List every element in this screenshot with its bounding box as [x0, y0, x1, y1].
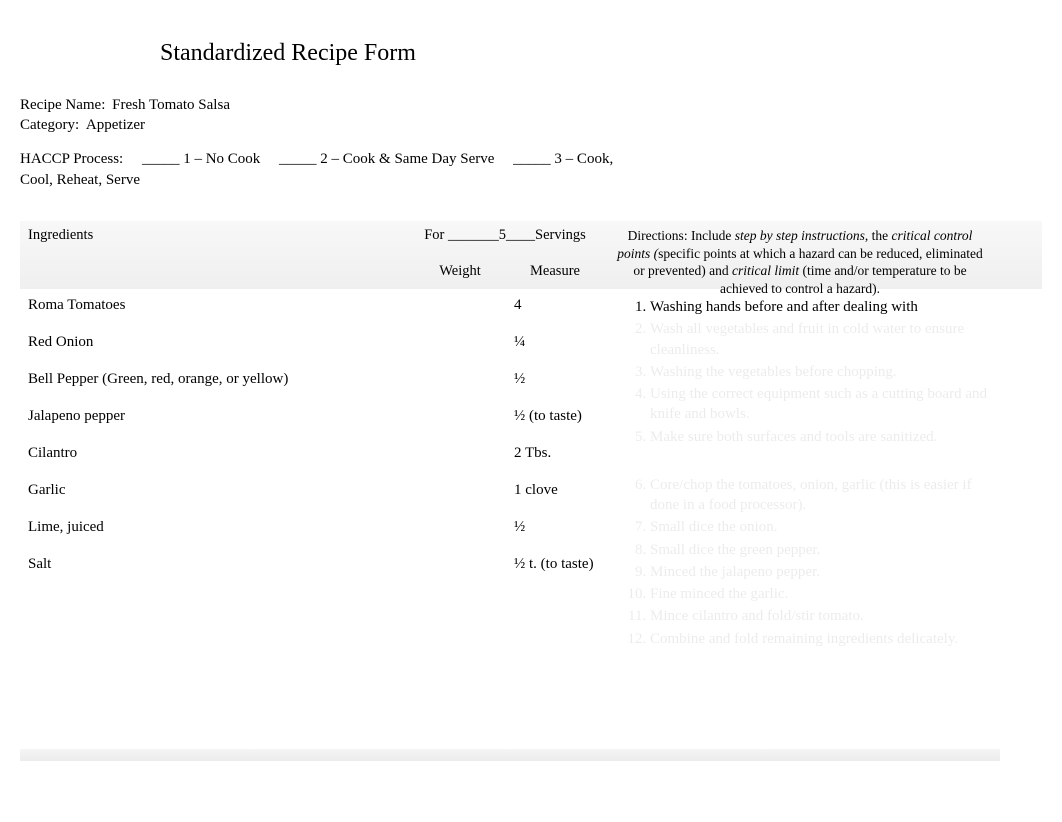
page-title: Standardized Recipe Form — [160, 40, 1042, 67]
direction-step: Washing hands before and after dealing w… — [650, 297, 990, 317]
direction-step: Small dice the onion. — [650, 517, 990, 537]
table-footer-bar — [20, 749, 1000, 761]
header-measure: Measure — [510, 255, 600, 289]
weight-column — [410, 289, 510, 749]
header-ingredients: Ingredients — [20, 221, 410, 289]
direction-step: Core/chop the tomatoes, onion, garlic (t… — [650, 475, 990, 516]
ingredient-name: Roma Tomatoes — [28, 297, 410, 314]
ingredient-name: Salt — [28, 556, 410, 573]
ingredient-measure: ½ — [514, 371, 600, 388]
directions-prefix: Directions: Include — [628, 228, 735, 243]
sub-header-row: Weight Measure — [410, 255, 600, 289]
meta-section: Recipe Name: Fresh Tomato Salsa Category… — [20, 97, 1042, 191]
servings-prefix: For _______ — [424, 227, 499, 243]
direction-step: Combine and fold remaining ingredients d… — [650, 629, 990, 649]
ingredient-name: Red Onion — [28, 334, 410, 351]
direction-step: Make sure both surfaces and tools are sa… — [650, 427, 990, 447]
ingredient-name: Garlic — [28, 482, 410, 499]
directions-cl: critical limit — [732, 263, 803, 278]
ingredient-measure: 2 Tbs. — [514, 445, 600, 462]
ingredient-name: Cilantro — [28, 445, 410, 462]
ingredient-measure: ½ (to taste) — [514, 408, 600, 425]
header-weight: Weight — [410, 255, 510, 289]
direction-step: Fine minced the garlic. — [650, 584, 990, 604]
direction-step: Small dice the green pepper. — [650, 540, 990, 560]
ingredient-measure: ½ — [514, 519, 600, 536]
category-value: Appetizer — [86, 117, 145, 133]
recipe-table: Ingredients For _______5____Servings Wei… — [20, 221, 1042, 761]
ingredient-measure: ½ t. (to taste) — [514, 556, 600, 573]
direction-step: Minced the jalapeno pepper. — [650, 562, 990, 582]
ingredients-column: Roma Tomatoes Red Onion Bell Pepper (Gre… — [20, 289, 410, 749]
direction-step: Mince cilantro and fold/stir tomato. — [650, 606, 990, 626]
ingredient-measure: ¼ — [514, 334, 600, 351]
header-servings: For _______5____Servings — [410, 221, 600, 255]
header-servings-group: For _______5____Servings Weight Measure — [410, 221, 600, 289]
ingredient-name: Jalapeno pepper — [28, 408, 410, 425]
directions-list: Washing hands before and after dealing w… — [620, 297, 990, 649]
recipe-name-line: Recipe Name: Fresh Tomato Salsa — [20, 97, 1042, 114]
servings-count: 5 — [499, 227, 506, 243]
ingredient-name: Bell Pepper (Green, red, orange, or yell… — [28, 371, 410, 388]
category-label: Category: — [20, 117, 79, 133]
ingredient-name: Lime, juiced — [28, 519, 410, 536]
haccp-process: HACCP Process: _____ 1 – No Cook _____ 2… — [20, 149, 620, 191]
category-line: Category: Appetizer — [20, 117, 1042, 134]
directions-step: step by step instructions — [735, 228, 865, 243]
direction-step: Wash all vegetables and fruit in cold wa… — [650, 319, 990, 360]
servings-suffix: ____Servings — [506, 227, 586, 243]
ingredient-measure: 1 clove — [514, 482, 600, 499]
directions-column: Washing hands before and after dealing w… — [600, 289, 1000, 749]
directions-mid1: , the — [865, 228, 892, 243]
recipe-name-label: Recipe Name: — [20, 97, 105, 113]
direction-step: Washing the vegetables before chopping. — [650, 362, 990, 382]
measure-column: 4 ¼ ½ ½ (to taste) 2 Tbs. 1 clove ½ ½ t.… — [510, 289, 600, 749]
ingredient-measure: 4 — [514, 297, 600, 314]
direction-step: Using the correct equipment such as a cu… — [650, 384, 990, 425]
recipe-name-value: Fresh Tomato Salsa — [112, 97, 230, 113]
table-body: Roma Tomatoes Red Onion Bell Pepper (Gre… — [20, 289, 1000, 749]
table-header: Ingredients For _______5____Servings Wei… — [20, 221, 1042, 289]
header-directions: Directions: Include step by step instruc… — [600, 221, 1000, 289]
